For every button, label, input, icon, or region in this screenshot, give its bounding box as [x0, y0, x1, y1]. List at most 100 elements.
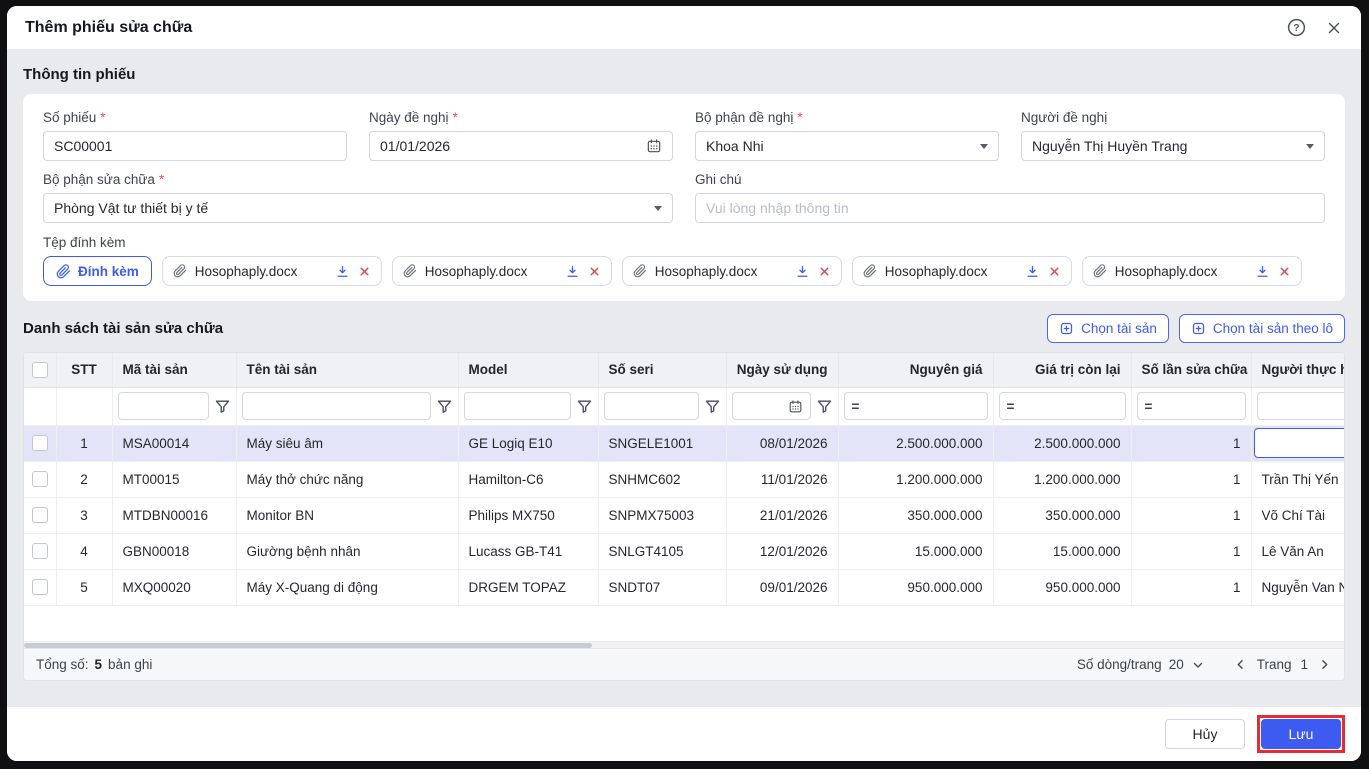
filter-input[interactable]: [1256, 392, 1344, 420]
cell-seri: SNDT07: [598, 569, 727, 606]
next-page-button[interactable]: [1317, 657, 1332, 672]
attach-file-button[interactable]: Đính kèm: [43, 256, 152, 286]
bo-phan-de-nghi-select[interactable]: Khoa Nhi: [695, 131, 999, 161]
paperclip-icon: [1093, 264, 1106, 278]
row-checkbox[interactable]: [31, 471, 48, 488]
attachment-chip: Hosophaply.docx: [621, 256, 842, 286]
select-asset-button[interactable]: Chọn tài sản: [1047, 314, 1169, 343]
remove-attachment-icon[interactable]: [358, 265, 371, 278]
cell-nguyen_gia: 950.000.000: [838, 569, 994, 606]
remove-attachment-icon[interactable]: [588, 265, 601, 278]
remove-attachment-icon[interactable]: [1278, 265, 1291, 278]
ghi-chu-label: Ghi chú: [695, 172, 742, 187]
cancel-button[interactable]: Hủy: [1165, 719, 1245, 749]
equals-operator[interactable]: =: [1145, 399, 1153, 414]
assets-section-heading: Danh sách tài sản sửa chữa: [23, 320, 224, 337]
row-checkbox[interactable]: [31, 579, 48, 596]
download-icon[interactable]: [795, 264, 810, 279]
nguoi-thuc-hien-edit-input[interactable]: [1253, 428, 1344, 458]
cell-ngay: 08/01/2026: [726, 425, 839, 462]
info-card: Số phiếu * SC00001 Ngày đề nghị * 01/01/20…: [23, 94, 1345, 301]
cell-ma: GBN00018: [112, 533, 237, 570]
filter-input[interactable]: [463, 392, 571, 420]
number-filter-input[interactable]: =: [1136, 392, 1246, 420]
select-asset-batch-button[interactable]: Chọn tài sản theo lô: [1178, 314, 1345, 343]
number-filter-input[interactable]: =: [998, 392, 1126, 420]
nguoi-de-nghi-select[interactable]: Nguyễn Thị Huyền Trang: [1021, 131, 1325, 161]
cell-stt: 5: [56, 569, 113, 606]
page-number: 1: [1300, 657, 1308, 672]
required-asterisk: *: [797, 110, 803, 125]
cell-stt: 4: [56, 533, 113, 570]
filter-icon[interactable]: [214, 398, 231, 415]
filter-input[interactable]: [603, 392, 699, 420]
page-size-value: 20: [1168, 657, 1184, 672]
attachment-chip: Hosophaply.docx: [161, 256, 382, 286]
table-row[interactable]: 2 MT00015 Máy thở chức năng Hamilton-C6 SNHM…: [24, 461, 1344, 498]
table-row[interactable]: 3 MTDBN00016 Monitor BN Philips MX750 SNPMX7…: [24, 497, 1344, 534]
ngay-de-nghi-input[interactable]: 01/01/2026: [369, 131, 673, 161]
field-nguoi-de-nghi: Người đề nghị Nguyễn Thị Huyền Trang: [1021, 110, 1325, 161]
cell-so_lan: 1: [1131, 461, 1252, 498]
download-icon[interactable]: [1025, 264, 1040, 279]
select-all-checkbox[interactable]: [31, 361, 48, 378]
equals-operator[interactable]: =: [1007, 399, 1015, 414]
save-button[interactable]: Lưu: [1261, 719, 1341, 749]
filter-icon[interactable]: [436, 398, 453, 415]
prev-page-button[interactable]: [1233, 657, 1248, 672]
so-phieu-input[interactable]: SC00001: [43, 131, 347, 161]
table-row[interactable]: 5 MXQ00020 Máy X-Quang di động DRGEM TOPAZ S…: [24, 569, 1344, 606]
filter-input[interactable]: [241, 392, 431, 420]
cell-ngay: 12/01/2026: [726, 533, 839, 570]
cell-ngay: 09/01/2026: [726, 569, 839, 606]
cell-ma: MT00015: [112, 461, 237, 498]
ngay-de-nghi-label: Ngày đề nghị: [369, 110, 449, 125]
scrollbar-thumb[interactable]: [24, 643, 592, 648]
column-header: Tên tài sản: [236, 353, 459, 388]
page-size-select[interactable]: Số dòng/trang 20: [1077, 657, 1205, 672]
cell-so_lan: 1: [1131, 497, 1252, 534]
assets-table: STT Mã tài sản Tên tài sản Model Số seri Ngày…: [23, 352, 1345, 681]
ghi-chu-input[interactable]: Vui lòng nhập thông tin: [695, 193, 1325, 223]
filter-icon[interactable]: [816, 398, 833, 415]
row-checkbox[interactable]: [31, 507, 48, 524]
column-header: Model: [458, 353, 599, 388]
row-checkbox[interactable]: [31, 435, 48, 452]
cell-ten: Máy siêu âm: [236, 425, 459, 462]
row-checkbox[interactable]: [31, 543, 48, 560]
filter-icon[interactable]: [704, 398, 721, 415]
table-row[interactable]: 4 GBN00018 Giường bệnh nhân Lucass GB-T41 SN…: [24, 533, 1344, 570]
info-section-heading: Thông tin phiếu: [23, 66, 136, 83]
remove-attachment-icon[interactable]: [1048, 265, 1061, 278]
cell-nguoi: Võ Chí Tài: [1251, 497, 1344, 534]
modal-title: Thêm phiếu sửa chữa: [25, 18, 193, 36]
cell-ngay: 21/01/2026: [726, 497, 839, 534]
horizontal-scrollbar[interactable]: [24, 641, 1344, 648]
calendar-icon[interactable]: [646, 138, 662, 154]
date-filter-input[interactable]: [731, 392, 811, 420]
filter-icon[interactable]: [576, 398, 593, 415]
calendar-icon[interactable]: [788, 399, 803, 414]
column-header: Số seri: [598, 353, 727, 388]
close-icon[interactable]: [1325, 19, 1343, 37]
equals-operator[interactable]: =: [852, 399, 860, 414]
help-icon[interactable]: ?: [1286, 17, 1307, 38]
attachment-filename: Hosophaply.docx: [654, 263, 758, 279]
cell-seri: SNHMC602: [598, 461, 727, 498]
cell-gia_tri: 15.000.000: [993, 533, 1132, 570]
cell-gia_tri: 350.000.000: [993, 497, 1132, 534]
remove-attachment-icon[interactable]: [818, 265, 831, 278]
download-icon[interactable]: [335, 264, 350, 279]
cell-seri: SNGELE1001: [598, 425, 727, 462]
cell-gia_tri: 1.200.000.000: [993, 461, 1132, 498]
table-row[interactable]: 1 MSA00014 Máy siêu âm GE Logiq E10 SNGELE10…: [24, 425, 1344, 462]
cell-ma: MTDBN00016: [112, 497, 237, 534]
attachments-row: Đính kèm Hosophaply.docx Hosophaply.docx H…: [43, 256, 1325, 286]
filter-input[interactable]: [117, 392, 209, 420]
cell-ten: Máy X-Quang di động: [236, 569, 459, 606]
cell-ten: Giường bệnh nhân: [236, 533, 459, 570]
download-icon[interactable]: [565, 264, 580, 279]
download-icon[interactable]: [1255, 264, 1270, 279]
bo-phan-sua-chua-select[interactable]: Phòng Vật tư thiết bị y tế: [43, 193, 673, 223]
number-filter-input[interactable]: =: [843, 392, 988, 420]
